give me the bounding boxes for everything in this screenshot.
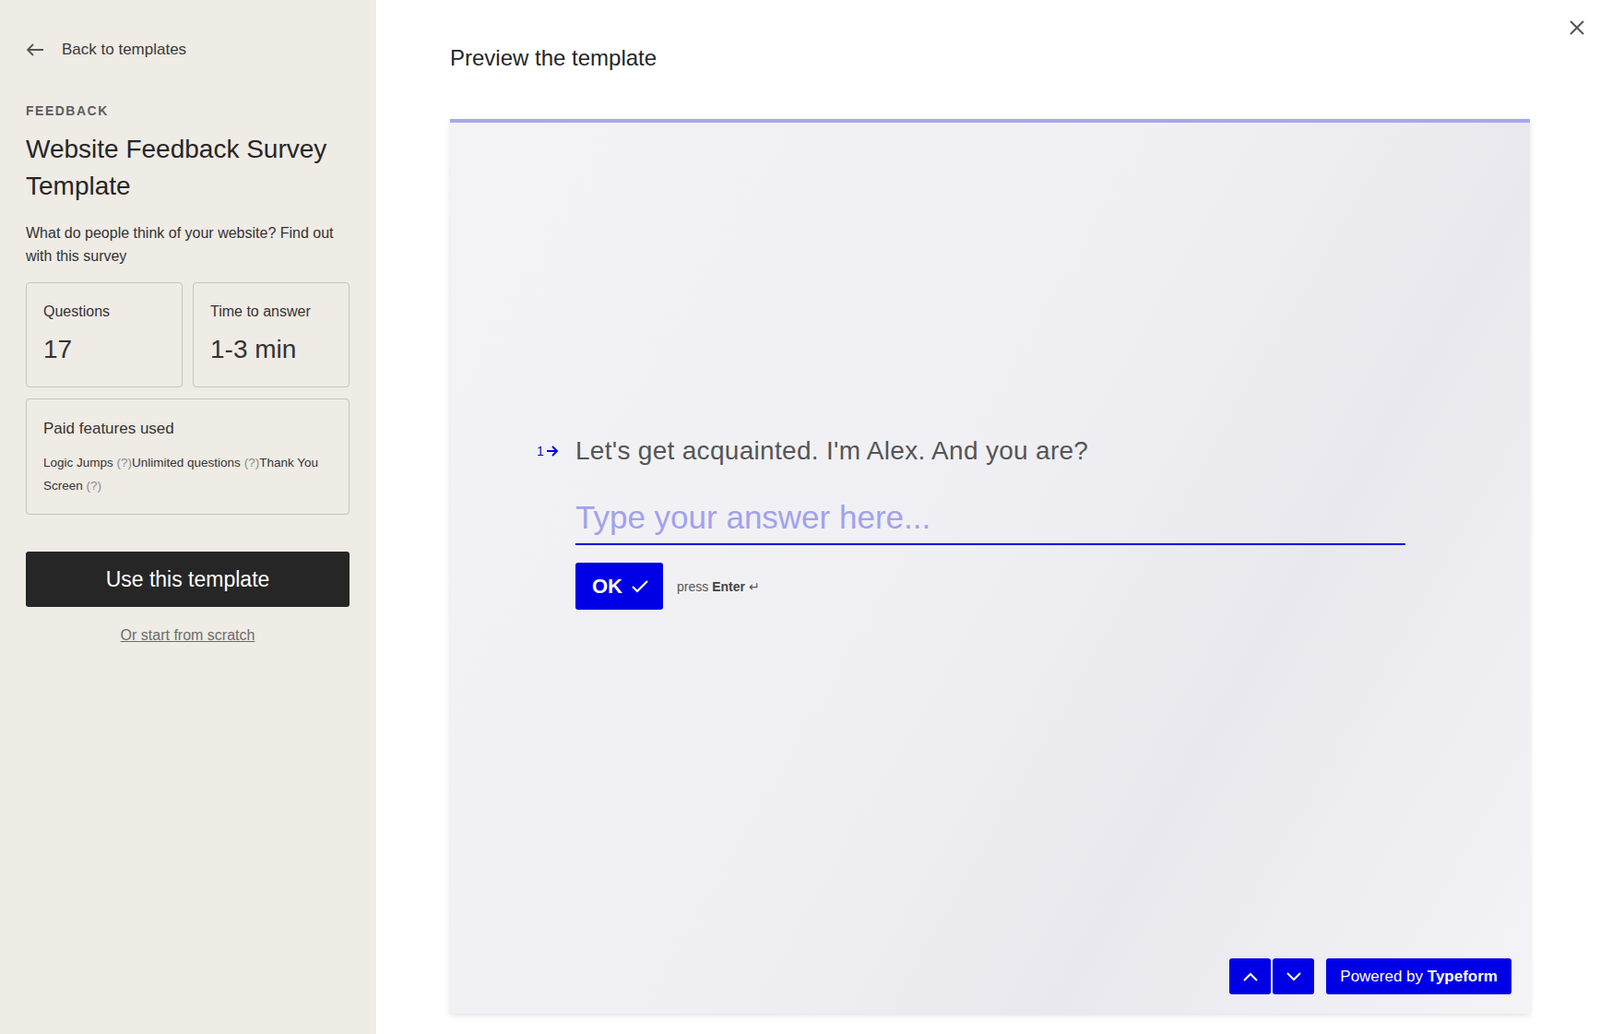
powered-by-badge[interactable]: Powered by Typeform (1326, 958, 1512, 995)
paid-features-list: Logic Jumps (?)Unlimited questions (?)Th… (43, 450, 332, 498)
stat-value: 1-3 min (210, 334, 332, 365)
answer-area: OK press Enter ↵ (575, 493, 1530, 610)
ok-row: OK press Enter ↵ (575, 562, 1530, 610)
category-label: FEEDBACK (25, 103, 350, 119)
stat-value: 17 (43, 334, 166, 365)
next-button[interactable] (1272, 958, 1315, 995)
stat-card: Time to answer 1-3 min (192, 282, 350, 388)
form-controls: Powered by Typeform (1229, 958, 1512, 995)
ok-button[interactable]: OK (575, 562, 664, 610)
stat-card: Questions 17 (25, 282, 183, 388)
chevron-up-icon (1243, 971, 1258, 982)
preview-heading: Preview the template (450, 42, 1530, 74)
preview-area: Preview the template 1Let's get acquainte… (376, 0, 1600, 1034)
paid-feature-help[interactable]: (?) (244, 455, 261, 470)
previous-button[interactable] (1229, 958, 1271, 995)
back-link[interactable]: Back to templates (25, 40, 350, 60)
arrow-left-icon (25, 42, 45, 58)
use-template-button[interactable]: Use this template (25, 551, 350, 607)
paid-feature: Logic Jumps (?) (43, 455, 132, 470)
question-number: 1 (536, 443, 576, 459)
close-icon[interactable] (1567, 18, 1587, 37)
sidebar: Back to templates FEEDBACK Website Feedbac… (0, 0, 377, 1034)
stat-label: Questions (43, 303, 166, 320)
start-from-scratch-link[interactable]: Or start from scratch (120, 627, 256, 644)
form-preview: 1Let's get acquainted. I'm Alex. And you… (450, 118, 1530, 1014)
paid-feature-name: Unlimited questions (131, 455, 241, 470)
paid-features-label: Paid features used (43, 419, 332, 439)
question-block: 1Let's get acquainted. I'm Alex. And you… (450, 122, 1530, 610)
paid-feature-name: Logic Jumps (43, 455, 114, 470)
stat-label: Time to answer (210, 303, 332, 320)
paid-features-card: Paid features usedLogic Jumps (?)Unlimit… (25, 398, 350, 515)
nav-buttons (1229, 958, 1315, 995)
question-text: Let's get acquainted. I'm Alex. And you … (575, 436, 1089, 466)
paid-feature: Unlimited questions (?) (131, 455, 260, 470)
answer-input[interactable] (575, 493, 1406, 546)
enter-hint: press Enter ↵ (676, 579, 760, 594)
chevron-down-icon (1286, 971, 1302, 982)
stats: Questions 17 Time to answer 1-3 min (25, 282, 350, 388)
template-title: Website Feedback Survey Template (25, 130, 344, 205)
check-icon (631, 580, 649, 593)
paid-feature-help[interactable]: (?) (117, 455, 133, 470)
template-description: What do people think of your website? Fi… (25, 221, 350, 268)
paid-feature-help[interactable]: (?) (86, 478, 103, 493)
template-preview-page: Back to templates FEEDBACK Website Feedbac… (0, 0, 1600, 1034)
arrow-right-icon (546, 445, 559, 457)
back-link-label: Back to templates (61, 40, 187, 60)
question-row: 1Let's get acquainted. I'm Alex. And you… (536, 436, 1530, 466)
